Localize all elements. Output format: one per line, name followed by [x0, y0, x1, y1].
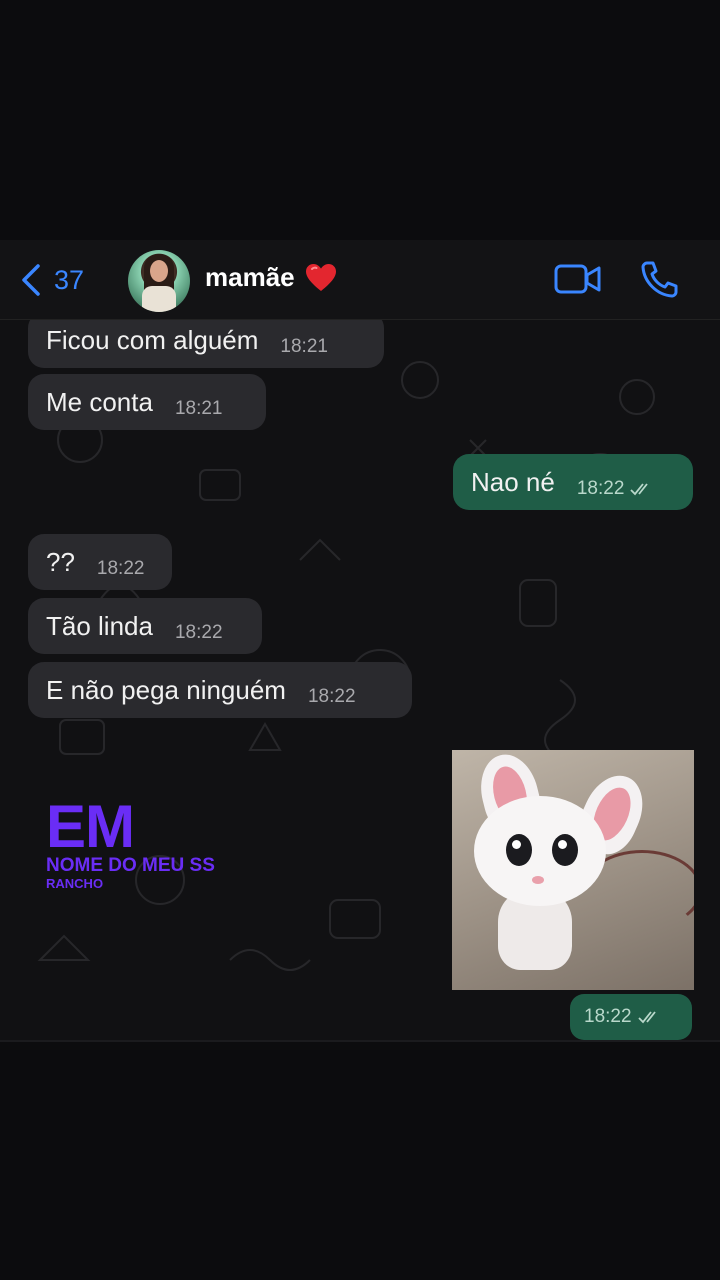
chat-area[interactable]: Ficou com alguém 18:21 Me conta 18:21 Na…: [0, 320, 720, 1040]
avatar[interactable]: [128, 250, 190, 312]
message-text: Me conta: [46, 386, 153, 417]
double-check-icon: [630, 483, 649, 496]
message-text: E não pega ninguém: [46, 674, 286, 705]
message-time: 18:21: [280, 336, 328, 357]
message-bubble[interactable]: Ficou com alguém 18:21: [28, 320, 384, 368]
message-time: 18:22: [307, 686, 356, 707]
contact-name: mamãe: [205, 262, 295, 292]
bottom-black-area: [0, 1040, 720, 1280]
message-time: 18:22: [174, 622, 223, 643]
message-bubble[interactable]: ?? 18:22: [28, 534, 172, 590]
chat-header: 37: [0, 240, 720, 320]
contact-name-row[interactable]: mamãe: [205, 262, 337, 293]
watermark-title: EM: [46, 793, 135, 860]
message-bubble[interactable]: E não pega ninguém 18:22: [28, 662, 412, 718]
message-time: 18:22: [96, 558, 145, 579]
message-text: ??: [46, 546, 75, 577]
phone-icon[interactable]: [640, 260, 680, 298]
watermark: EM NOME DO MEU SS RANCHO: [46, 793, 215, 892]
video-camera-icon[interactable]: [554, 262, 602, 296]
red-heart-icon: [305, 263, 336, 291]
message-text: Ficou com alguém: [46, 324, 259, 355]
message-text: Tão linda: [46, 610, 153, 641]
image-message[interactable]: [452, 750, 694, 990]
image-timestamp-bubble: 18:22: [570, 994, 692, 1040]
watermark-line1: NOME DO MEU SS: [46, 855, 215, 876]
message-bubble[interactable]: Tão linda 18:22: [28, 598, 262, 654]
chevron-left-icon: [22, 264, 40, 296]
double-check-icon: [637, 1011, 656, 1024]
message-time: 18:22: [576, 478, 625, 499]
message-bubble[interactable]: Nao né 18:22: [453, 454, 693, 510]
watermark-line2: RANCHO: [46, 876, 104, 891]
message-time: 18:21: [174, 398, 223, 419]
message-bubble[interactable]: Me conta 18:21: [28, 374, 266, 430]
unread-count: 37: [54, 264, 85, 295]
message-text: Nao né: [471, 466, 555, 497]
top-black-area: [0, 0, 720, 240]
message-time: 18:22: [584, 1006, 632, 1027]
back-button[interactable]: 37: [18, 262, 84, 298]
